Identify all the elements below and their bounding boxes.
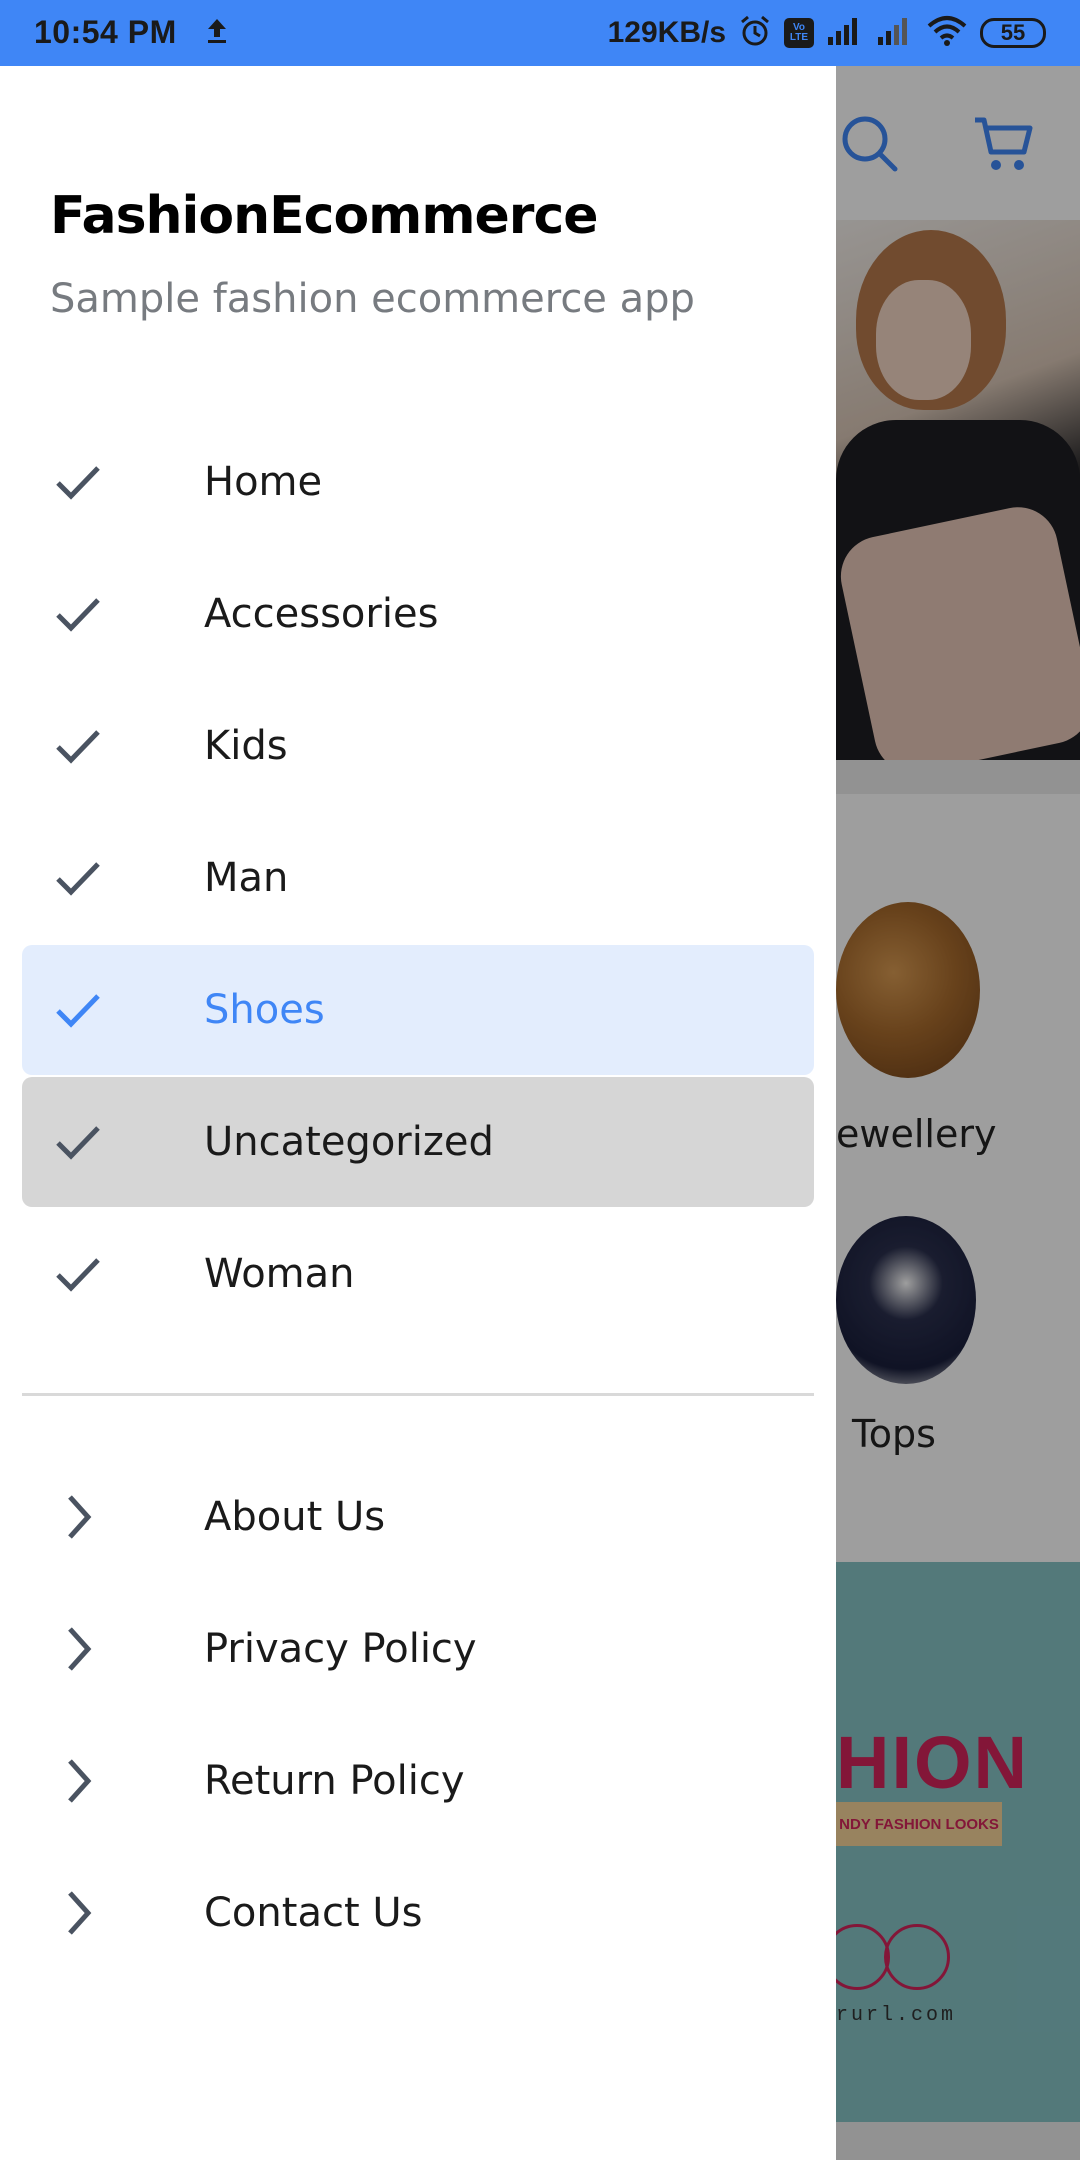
chevron-right-icon: [54, 1625, 102, 1673]
check-icon: [54, 458, 102, 506]
menu-item-label: Home: [204, 459, 323, 505]
battery-icon: 55: [980, 18, 1046, 48]
signal-icon: [826, 15, 864, 52]
chevron-right-icon: [54, 1493, 102, 1541]
menu-item-label: Shoes: [204, 987, 325, 1033]
check-icon: [54, 1118, 102, 1166]
drawer-divider: [22, 1393, 814, 1396]
menu-item-label: Man: [204, 855, 289, 901]
network-speed: 129KB/s: [607, 16, 726, 49]
menu-item-man[interactable]: Man: [22, 813, 814, 943]
menu-item-about-us[interactable]: About Us: [22, 1452, 814, 1582]
check-icon: [54, 590, 102, 638]
check-icon: [54, 722, 102, 770]
menu-item-label: Contact Us: [204, 1890, 423, 1936]
menu-item-label: Accessories: [204, 591, 439, 637]
menu-item-woman[interactable]: Woman: [22, 1209, 814, 1339]
drawer-subtitle: Sample fashion ecommerce app: [50, 276, 695, 322]
status-icons: 129KB/s Vo LTE 55: [608, 12, 1046, 54]
menu-item-shoes[interactable]: Shoes: [22, 945, 814, 1075]
menu-item-privacy-policy[interactable]: Privacy Policy: [22, 1584, 814, 1714]
menu-item-accessories[interactable]: Accessories: [22, 549, 814, 679]
menu-item-label: Uncategorized: [204, 1119, 494, 1165]
signal-icon: [876, 15, 914, 52]
drawer-title: FashionEcommerce: [50, 186, 599, 246]
wifi-icon: [926, 14, 968, 53]
check-icon: [54, 854, 102, 902]
menu-item-label: Woman: [204, 1251, 355, 1297]
menu-item-label: Kids: [204, 723, 288, 769]
upload-icon: [204, 16, 230, 51]
menu-item-label: About Us: [204, 1494, 386, 1540]
menu-item-uncategorized[interactable]: Uncategorized: [22, 1077, 814, 1207]
menu-item-label: Privacy Policy: [204, 1626, 477, 1672]
navigation-drawer: FashionEcommerce Sample fashion ecommerc…: [0, 66, 836, 2160]
chevron-right-icon: [54, 1757, 102, 1805]
check-icon: [54, 986, 102, 1034]
menu-item-kids[interactable]: Kids: [22, 681, 814, 811]
menu-item-label: Return Policy: [204, 1758, 465, 1804]
volte-icon: Vo LTE: [784, 18, 814, 48]
alarm-icon: [738, 14, 772, 53]
status-time: 10:54 PM: [34, 14, 177, 50]
menu-item-home[interactable]: Home: [22, 417, 814, 547]
chevron-right-icon: [54, 1889, 102, 1937]
menu-item-contact-us[interactable]: Contact Us: [22, 1848, 814, 1978]
check-icon: [54, 1250, 102, 1298]
status-bar: 10:54 PM 129KB/s Vo LTE 55: [0, 0, 1080, 66]
menu-item-return-policy[interactable]: Return Policy: [22, 1716, 814, 1846]
